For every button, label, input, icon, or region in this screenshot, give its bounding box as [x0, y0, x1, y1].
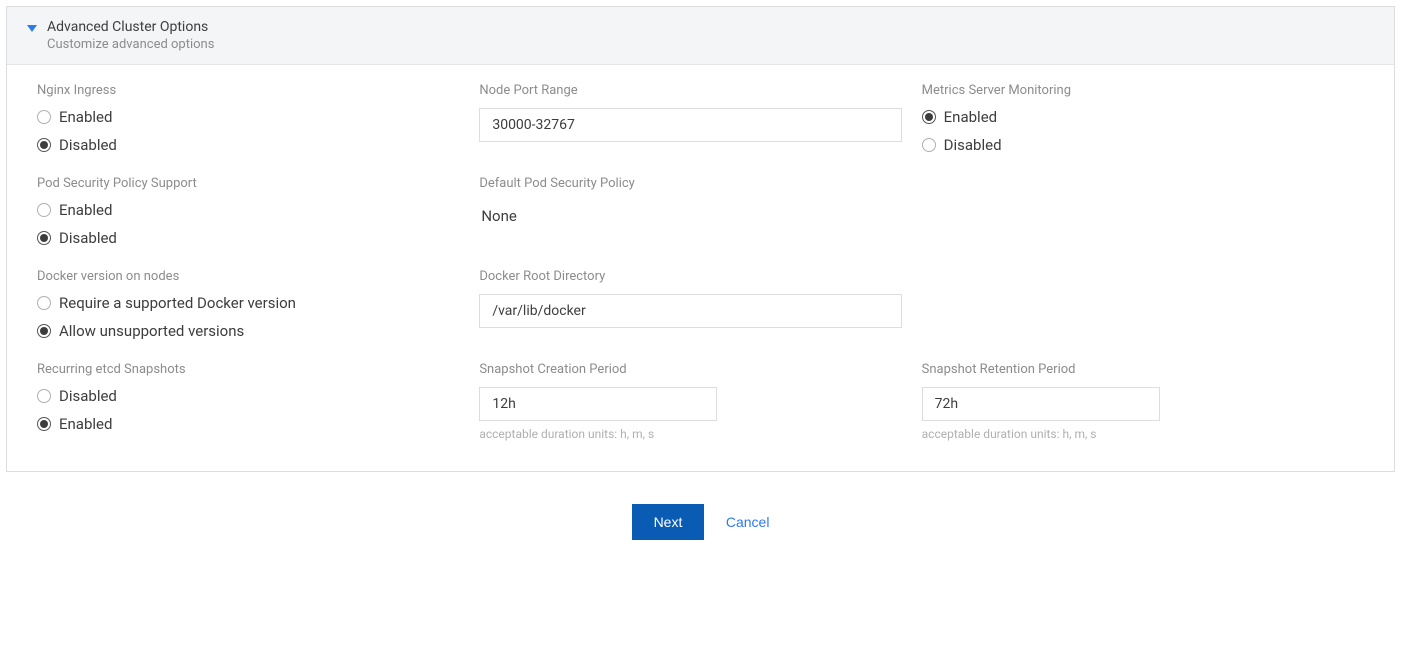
node-port-range-group: Node Port Range [479, 83, 921, 154]
radio-icon [37, 138, 51, 152]
radio-label: Disabled [944, 136, 1002, 154]
snapshot-retention-hint: acceptable duration units: h, m, s [922, 427, 1344, 441]
pod-security-enabled-radio[interactable]: Enabled [37, 201, 459, 219]
radio-icon [922, 110, 936, 124]
docker-version-label: Docker version on nodes [37, 269, 459, 284]
snapshot-creation-group: Snapshot Creation Period acceptable dura… [479, 362, 921, 441]
node-port-range-input[interactable] [479, 108, 901, 142]
snapshot-creation-input[interactable] [479, 387, 717, 421]
radio-icon [37, 324, 51, 338]
panel-header: Advanced Cluster Options Customize advan… [7, 7, 1394, 65]
radio-label: Disabled [59, 229, 117, 247]
nginx-ingress-enabled-radio[interactable]: Enabled [37, 108, 459, 126]
cancel-button[interactable]: Cancel [726, 514, 770, 530]
node-port-range-label: Node Port Range [479, 83, 901, 98]
metrics-server-enabled-radio[interactable]: Enabled [922, 108, 1344, 126]
radio-label: Disabled [59, 387, 117, 405]
etcd-snapshots-group: Recurring etcd Snapshots Disabled Enable… [37, 362, 479, 441]
snapshot-retention-label: Snapshot Retention Period [922, 362, 1344, 377]
panel-title: Advanced Cluster Options [47, 19, 214, 35]
radio-label: Enabled [59, 108, 112, 126]
etcd-snapshots-label: Recurring etcd Snapshots [37, 362, 459, 377]
footer: Next Cancel [0, 478, 1401, 566]
etcd-snapshots-disabled-radio[interactable]: Disabled [37, 387, 459, 405]
collapse-toggle[interactable] [27, 23, 37, 33]
docker-version-require-radio[interactable]: Require a supported Docker version [37, 294, 459, 312]
default-pod-security-value: None [479, 201, 901, 231]
docker-version-allow-radio[interactable]: Allow unsupported versions [37, 322, 459, 340]
metrics-server-disabled-radio[interactable]: Disabled [922, 136, 1344, 154]
radio-icon [37, 389, 51, 403]
snapshot-creation-hint: acceptable duration units: h, m, s [479, 427, 901, 441]
snapshot-creation-label: Snapshot Creation Period [479, 362, 901, 377]
radio-label: Require a supported Docker version [59, 294, 296, 312]
pod-security-policy-label: Pod Security Policy Support [37, 176, 459, 191]
panel-body: Nginx Ingress Enabled Disabled Node Port… [7, 65, 1394, 471]
pod-security-policy-group: Pod Security Policy Support Enabled Disa… [37, 176, 479, 247]
snapshot-retention-input[interactable] [922, 387, 1160, 421]
radio-label: Allow unsupported versions [59, 322, 244, 340]
pod-security-disabled-radio[interactable]: Disabled [37, 229, 459, 247]
next-button[interactable]: Next [632, 504, 705, 540]
radio-icon [37, 296, 51, 310]
nginx-ingress-label: Nginx Ingress [37, 83, 459, 98]
panel-subtitle: Customize advanced options [47, 37, 214, 52]
metrics-server-label: Metrics Server Monitoring [922, 83, 1344, 98]
radio-label: Enabled [59, 201, 112, 219]
snapshot-retention-group: Snapshot Retention Period acceptable dur… [922, 362, 1364, 441]
radio-icon [37, 417, 51, 431]
nginx-ingress-group: Nginx Ingress Enabled Disabled [37, 83, 479, 154]
nginx-ingress-disabled-radio[interactable]: Disabled [37, 136, 459, 154]
radio-icon [37, 203, 51, 217]
docker-root-dir-label: Docker Root Directory [479, 269, 901, 284]
advanced-cluster-options-panel: Advanced Cluster Options Customize advan… [6, 6, 1395, 472]
metrics-server-group: Metrics Server Monitoring Enabled Disabl… [922, 83, 1364, 154]
radio-label: Disabled [59, 136, 117, 154]
docker-root-dir-input[interactable] [479, 294, 901, 328]
radio-icon [37, 110, 51, 124]
radio-label: Enabled [59, 415, 112, 433]
etcd-snapshots-enabled-radio[interactable]: Enabled [37, 415, 459, 433]
radio-icon [37, 231, 51, 245]
default-pod-security-group: Default Pod Security Policy None [479, 176, 921, 247]
default-pod-security-label: Default Pod Security Policy [479, 176, 901, 191]
docker-version-group: Docker version on nodes Require a suppor… [37, 269, 479, 340]
radio-label: Enabled [944, 108, 997, 126]
caret-down-icon [27, 23, 37, 33]
radio-icon [922, 138, 936, 152]
docker-root-dir-group: Docker Root Directory [479, 269, 921, 340]
